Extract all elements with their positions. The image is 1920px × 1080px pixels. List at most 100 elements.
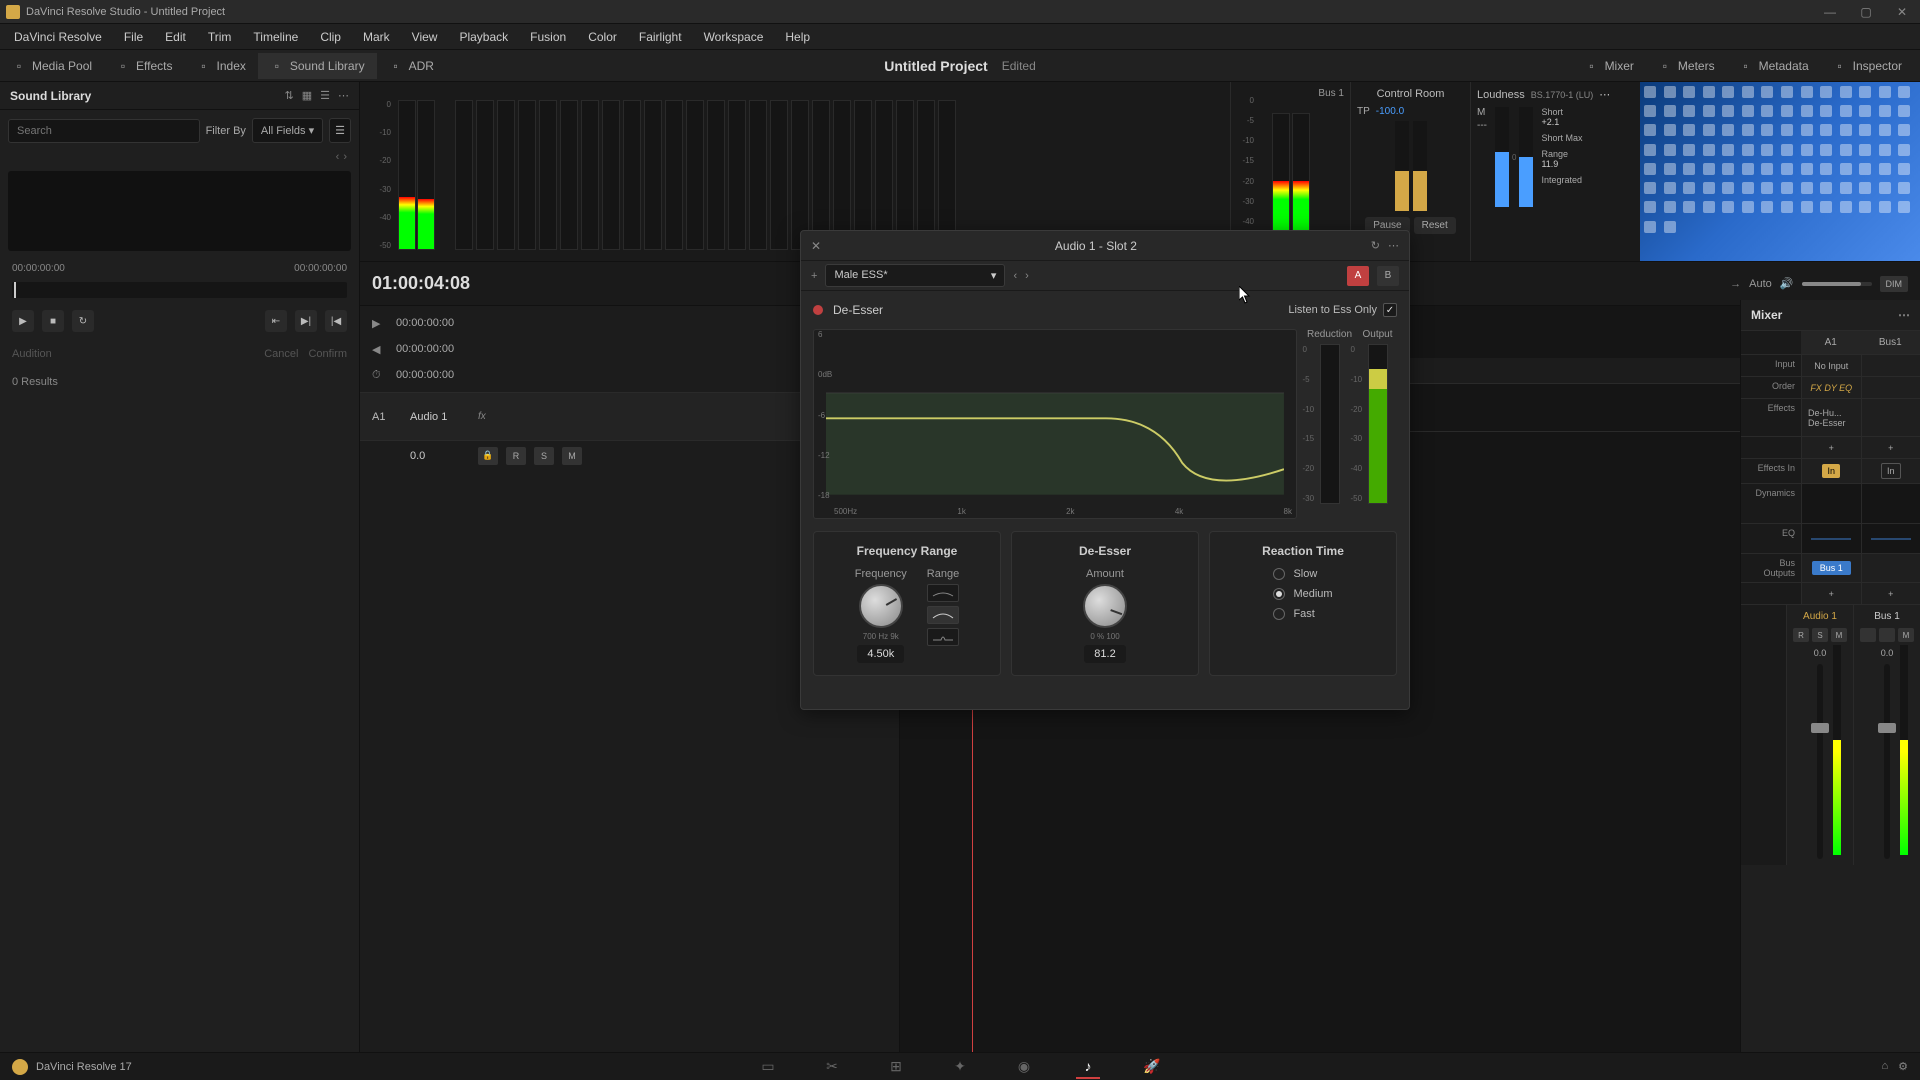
preset-next-icon[interactable]: › (1025, 270, 1029, 282)
edit-page-button[interactable]: ⊞ (884, 1055, 908, 1079)
order-cell[interactable]: FX DY EQ (1801, 377, 1861, 398)
color-page-button[interactable]: ◉ (1012, 1055, 1036, 1079)
add-bus-button[interactable]: + (1801, 583, 1861, 604)
index-button[interactable]: ▫Index (185, 53, 258, 79)
input-cell[interactable] (1861, 355, 1920, 376)
deliver-page-button[interactable]: 🚀 (1140, 1055, 1164, 1079)
preset-dropdown[interactable]: Male ESS*▾ (825, 264, 1005, 287)
plugin-reset-icon[interactable]: ↻ (1371, 239, 1380, 252)
order-cell[interactable] (1861, 377, 1920, 398)
inspector-button[interactable]: ▫Inspector (1821, 53, 1914, 79)
filter-options-button[interactable]: ☰ (329, 118, 351, 143)
ch-button[interactable] (1879, 628, 1895, 642)
bus-output-cell[interactable] (1861, 554, 1920, 582)
menu-mark[interactable]: Mark (353, 26, 400, 48)
menu-color[interactable]: Color (578, 26, 627, 48)
menu-view[interactable]: View (402, 26, 448, 48)
solo-button[interactable]: S (534, 447, 554, 465)
record-button[interactable]: R (506, 447, 526, 465)
effects-in-cell[interactable]: In (1801, 459, 1861, 483)
auto-label[interactable]: Auto (1749, 278, 1772, 290)
mixer-tab-bus1[interactable]: Bus1 (1861, 331, 1920, 354)
grid-view-icon[interactable]: ▦ (302, 89, 312, 102)
fusion-page-button[interactable]: ✦ (948, 1055, 972, 1079)
preview-scrubber[interactable] (12, 282, 347, 298)
confirm-button[interactable]: Confirm (308, 348, 347, 360)
reset-button[interactable]: Reset (1414, 217, 1456, 234)
frequency-value[interactable]: 4.50k (857, 645, 904, 663)
fairlight-page-button[interactable]: ♪ (1076, 1055, 1100, 1079)
timecode-display[interactable]: 01:00:04:08 (372, 273, 470, 294)
input-cell[interactable]: No Input (1801, 355, 1861, 376)
ch-solo-button[interactable]: S (1812, 628, 1828, 642)
sort-icon[interactable]: ⇅ (285, 89, 294, 102)
ch-record-button[interactable]: R (1793, 628, 1809, 642)
lock-button[interactable]: 🔒 (478, 447, 498, 465)
more-icon[interactable]: ⋯ (338, 89, 349, 102)
menu-fusion[interactable]: Fusion (520, 26, 576, 48)
stop-button[interactable]: ■ (42, 310, 64, 332)
close-button[interactable]: ✕ (1884, 0, 1920, 24)
reaction-fast-radio[interactable]: Fast (1273, 608, 1332, 620)
add-effect-button[interactable]: + (1801, 437, 1861, 458)
bus-output-cell[interactable]: Bus 1 (1801, 554, 1861, 582)
media-page-button[interactable]: ▭ (756, 1055, 780, 1079)
effects-in-cell[interactable]: In (1861, 459, 1920, 483)
reaction-slow-radio[interactable]: Slow (1273, 568, 1332, 580)
add-bus-button[interactable]: + (1861, 583, 1920, 604)
menu-timeline[interactable]: Timeline (243, 26, 308, 48)
channel-level[interactable]: 0.0 (1881, 648, 1894, 658)
metadata-button[interactable]: ▫Metadata (1727, 53, 1821, 79)
ab-a-button[interactable]: A (1347, 266, 1369, 286)
prev-clip-button[interactable]: |◀ (325, 310, 347, 332)
channel-level[interactable]: 0.0 (1814, 648, 1827, 658)
range-wide-button[interactable] (927, 584, 959, 602)
minimize-button[interactable]: — (1812, 0, 1848, 24)
listen-checkbox[interactable]: ✓ (1383, 303, 1397, 317)
loudness-more-icon[interactable]: ⋯ (1599, 88, 1610, 101)
sound-library-button[interactable]: ▫Sound Library (258, 53, 377, 79)
track-fx-label[interactable]: fx (478, 411, 486, 422)
preset-prev-icon[interactable]: ‹ (1013, 270, 1017, 282)
menu-help[interactable]: Help (775, 26, 820, 48)
speaker-icon[interactable]: 🔊 (1780, 277, 1794, 290)
channel-fader[interactable] (1817, 664, 1823, 859)
list-view-icon[interactable]: ☰ (320, 89, 330, 102)
mixer-tab-a1[interactable]: A1 (1801, 331, 1861, 354)
menu-file[interactable]: File (114, 26, 153, 48)
dynamics-cell[interactable] (1861, 484, 1920, 523)
frequency-graph[interactable]: 60dB-6-12-18 500Hz1k2k4k8k (813, 329, 1297, 519)
settings-button[interactable]: ⚙ (1898, 1060, 1908, 1073)
plugin-enable-toggle[interactable] (813, 305, 823, 315)
menu-workspace[interactable]: Workspace (694, 26, 774, 48)
menu-edit[interactable]: Edit (155, 26, 196, 48)
loop-button[interactable]: ↻ (72, 310, 94, 332)
channel-fader[interactable] (1884, 664, 1890, 859)
ch-mute-button[interactable]: M (1831, 628, 1847, 642)
next-clip-button[interactable]: ▶| (295, 310, 317, 332)
volume-slider[interactable] (1802, 282, 1872, 286)
effects-cell[interactable] (1861, 399, 1920, 436)
effects-button[interactable]: ▫Effects (104, 53, 184, 79)
menu-clip[interactable]: Clip (310, 26, 351, 48)
menu-fairlight[interactable]: Fairlight (629, 26, 692, 48)
range-mid-button[interactable] (927, 606, 959, 624)
home-button[interactable]: ⌂ (1881, 1060, 1888, 1073)
automation-prev-icon[interactable]: → (1730, 278, 1741, 290)
add-preset-icon[interactable]: + (811, 270, 817, 282)
reaction-medium-radio[interactable]: Medium (1273, 588, 1332, 600)
dim-button[interactable]: DIM (1880, 276, 1909, 292)
plugin-close-button[interactable]: ✕ (811, 239, 821, 253)
effects-cell[interactable]: De-Hu...De-Esser (1801, 399, 1861, 436)
menu-trim[interactable]: Trim (198, 26, 242, 48)
menu-playback[interactable]: Playback (449, 26, 518, 48)
mute-button[interactable]: M (562, 447, 582, 465)
amount-value[interactable]: 81.2 (1084, 645, 1125, 663)
mixer-more-icon[interactable]: ⋯ (1898, 308, 1910, 322)
amount-knob[interactable] (1083, 584, 1127, 628)
dynamics-cell[interactable] (1801, 484, 1861, 523)
play-button[interactable]: ▶ (12, 310, 34, 332)
cancel-button[interactable]: Cancel (264, 348, 298, 360)
media-pool-button[interactable]: ▫Media Pool (0, 53, 104, 79)
ch-button[interactable] (1860, 628, 1876, 642)
